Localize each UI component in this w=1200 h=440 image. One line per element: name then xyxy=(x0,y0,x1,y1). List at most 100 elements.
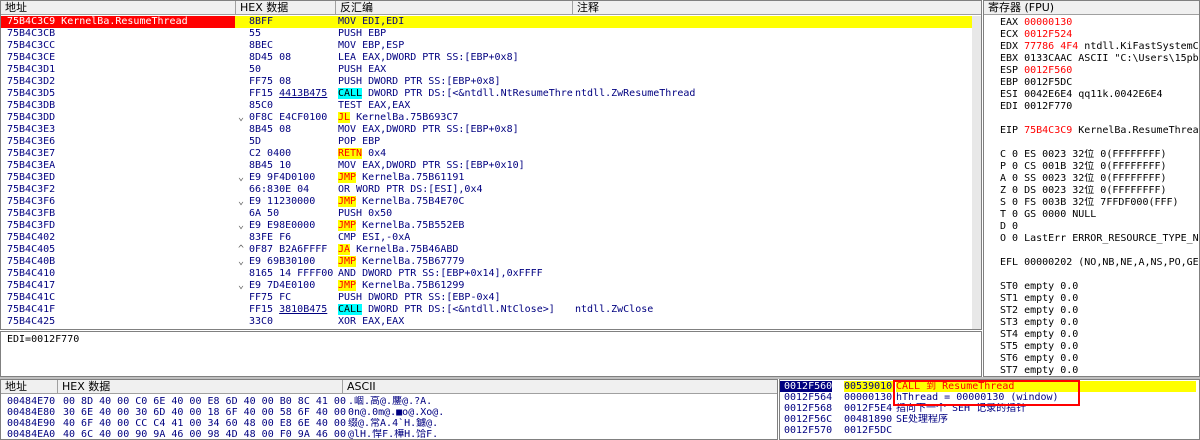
register-line[interactable]: D 0 xyxy=(1000,221,1199,233)
register-line[interactable]: C 0 ES 0023 32位 0(FFFFFFFF) xyxy=(1000,149,1199,161)
register-line[interactable]: P 0 CS 001B 32位 0(FFFFFFFF) xyxy=(1000,161,1199,173)
register-line[interactable] xyxy=(1000,137,1199,149)
disasm-row[interactable]: 75B4C3E6 5D POP EBP xyxy=(1,136,981,148)
instruction-operands: MOV EAX,DWORD PTR SS:[EBP+0x10] xyxy=(338,160,525,171)
register-detail: ES 0023 32位 0(FFFFFFFF) xyxy=(1018,149,1167,160)
disasm-row[interactable]: 75B4C40B ⌄ E9 69B30100 JMP KernelBa.75B6777… xyxy=(1,256,981,268)
register-line[interactable]: ST1 empty 0.0 xyxy=(1000,293,1199,305)
register-line[interactable]: ST7 empty 0.0 xyxy=(1000,365,1199,376)
register-line[interactable]: ECX 0012F524 xyxy=(1000,29,1199,41)
register-line[interactable]: EDI 0012F770 xyxy=(1000,101,1199,113)
register-name: ST6 xyxy=(1000,353,1019,364)
disasm-row[interactable]: 75B4C3F6 ⌄ E9 11230000 JMP KernelBa.75B4E70… xyxy=(1,196,981,208)
register-line[interactable]: T 0 GS 0000 NULL xyxy=(1000,209,1199,221)
col-header-comment[interactable]: 注释 xyxy=(573,1,981,15)
register-name: ST7 xyxy=(1000,365,1019,376)
registers-header[interactable]: 寄存器 (FPU) xyxy=(984,1,1199,15)
register-line[interactable]: A 0 SS 0023 32位 0(FFFFFFFF) xyxy=(1000,173,1199,185)
disasm-row[interactable]: 75B4C405 ^ 0F87 B2A6FFFF JA KernelBa.75B46A… xyxy=(1,244,981,256)
register-name: C 0 xyxy=(1000,149,1019,160)
register-name: ESP xyxy=(1000,65,1019,76)
instruction-mnemonic: JMP xyxy=(338,220,357,231)
disasm-row[interactable]: 75B4C41C FF75 FC PUSH DWORD PTR SS:[EBP-0x… xyxy=(1,292,981,304)
register-value[interactable]: 0133CAAC xyxy=(1024,53,1072,64)
register-line[interactable]: Z 0 DS 0023 32位 0(FFFFFFFF) xyxy=(1000,185,1199,197)
hex-bytes: 0F8C E4CF0100 xyxy=(249,112,328,123)
register-value[interactable]: 77786 4F4 xyxy=(1024,41,1078,52)
disasm-row[interactable]: 75B4C417 ⌄ E9 7D4E0100 JMP KernelBa.75B6129… xyxy=(1,280,981,292)
register-line[interactable]: ST3 empty 0.0 xyxy=(1000,317,1199,329)
register-value[interactable]: 0012F524 xyxy=(1024,29,1072,40)
instruction-mnemonic: JMP xyxy=(338,196,357,207)
disassembly-pane[interactable]: 地址 HEX 数据 反汇编 注释 75B4C3C9 KernelBa.Resum… xyxy=(0,0,982,330)
register-line[interactable] xyxy=(1000,113,1199,125)
disasm-row[interactable]: 75B4C3D1 50 PUSH EAX xyxy=(1,64,981,76)
register-name: ST0 xyxy=(1000,281,1019,292)
disasm-row[interactable]: 75B4C3CB 55 PUSH EBP xyxy=(1,28,981,40)
dump-col-header-hex[interactable]: HEX 数据 xyxy=(58,380,343,394)
register-value[interactable]: 0012F770 xyxy=(1024,101,1072,112)
disasm-address: 75B4C3EA xyxy=(7,160,56,171)
disasm-row[interactable]: 75B4C3F2 66:830E 04 OR WORD PTR DS:[ESI],0… xyxy=(1,184,981,196)
disasm-row[interactable]: 75B4C3FB 6A 50 PUSH 0x50 xyxy=(1,208,981,220)
register-line[interactable]: EIP 75B4C3C9 KernelBa.ResumeThread xyxy=(1000,125,1199,137)
hex-bytes: 8B45 10 xyxy=(249,160,292,171)
disasm-row[interactable]: 75B4C3D5 FF15 4413B475 CALL DWORD PTR DS:[… xyxy=(1,88,981,100)
register-line[interactable]: ST6 empty 0.0 xyxy=(1000,353,1199,365)
register-line[interactable]: S 0 FS 003B 32位 7FFDF000(FFF) xyxy=(1000,197,1199,209)
disasm-row[interactable]: 75B4C3DD ⌄ 0F8C E4CF0100 JL KernelBa.75B693… xyxy=(1,112,981,124)
dump-row[interactable]: 00484E70 00 8D 40 00 C0 6E 40 00 E8 6D 40… xyxy=(1,396,777,407)
register-value[interactable]: 75B4C3C9 xyxy=(1024,125,1072,136)
dump-row[interactable]: 00484E90 40 6F 40 00 CC C4 41 00 34 60 48… xyxy=(1,418,777,429)
register-line[interactable]: EAX 00000130 xyxy=(1000,17,1199,29)
dump-col-header-ascii[interactable]: ASCII xyxy=(343,380,777,394)
dump-pane[interactable]: 地址 HEX 数据 ASCII 00484E70 00 8D 40 00 C0 6… xyxy=(0,379,778,440)
registers-pane[interactable]: 寄存器 (FPU) EAX 00000130 ECX 0012F524 EDX 77… xyxy=(983,0,1200,377)
disasm-row[interactable]: 75B4C41F FF15 3810B475 CALL DWORD PTR DS:[… xyxy=(1,304,981,316)
dump-row[interactable]: 00484E80 30 6E 40 00 30 6D 40 00 18 6F 40… xyxy=(1,407,777,418)
register-line[interactable]: EFL 00000202 (NO,NB,NE,A,NS,PO,GE, xyxy=(1000,257,1199,269)
disasm-row[interactable]: 75B4C3ED ⌄ E9 9F4D0100 JMP KernelBa.75B6119… xyxy=(1,172,981,184)
col-header-address[interactable]: 地址 xyxy=(1,1,236,15)
col-header-hex[interactable]: HEX 数据 xyxy=(236,1,336,15)
dump-col-header-address[interactable]: 地址 xyxy=(1,380,58,394)
disasm-row[interactable]: 75B4C425 33C0 XOR EAX,EAX xyxy=(1,316,981,328)
register-line[interactable]: ESP 0012F560 xyxy=(1000,65,1199,77)
dump-row[interactable]: 00484EA0 40 6C 40 00 90 9A 46 00 98 4D 48… xyxy=(1,429,777,439)
register-name: P 0 xyxy=(1000,161,1019,172)
disasm-row[interactable]: 75B4C402 83FE F6 CMP ESI,-0xA xyxy=(1,232,981,244)
register-line[interactable]: EBX 0133CAAC ASCII "C:\Users\15pb- xyxy=(1000,53,1199,65)
register-name: Z 0 xyxy=(1000,185,1019,196)
disasm-row[interactable]: 75B4C3D2 FF75 08 PUSH DWORD PTR SS:[EBP+0x… xyxy=(1,76,981,88)
register-line[interactable]: EDX 77786 4F4 ntdll.KiFastSystemCal xyxy=(1000,41,1199,53)
disasm-row[interactable]: 75B4C3DB 85C0 TEST EAX,EAX xyxy=(1,100,981,112)
register-line[interactable]: O 0 LastErr ERROR_RESOURCE_TYPE_N xyxy=(1000,233,1199,245)
register-line[interactable]: ESI 0042E6E4 qq11k.0042E6E4 xyxy=(1000,89,1199,101)
register-value[interactable]: 0012F560 xyxy=(1024,65,1072,76)
register-line[interactable] xyxy=(1000,245,1199,257)
register-value[interactable]: 0012F5DC xyxy=(1024,77,1072,88)
register-line[interactable]: ST5 empty 0.0 xyxy=(1000,341,1199,353)
disasm-row[interactable]: 75B4C410 8165 14 FFFF00 AND DWORD PTR SS:[… xyxy=(1,268,981,280)
disasm-row[interactable]: 75B4C3E3 8B45 08 MOV EAX,DWORD PTR SS:[EBP… xyxy=(1,124,981,136)
disasm-row[interactable]: 75B4C3CC 8BEC MOV EBP,ESP xyxy=(1,40,981,52)
instruction-operands: DWORD PTR DS:[<&ntdll.NtResumeThre xyxy=(362,88,573,99)
disasm-row[interactable]: 75B4C3EA 8B45 10 MOV EAX,DWORD PTR SS:[EBP… xyxy=(1,160,981,172)
hex-bytes: C2 0400 xyxy=(249,148,292,159)
register-value[interactable]: 00000130 xyxy=(1024,17,1072,28)
disasm-row[interactable]: 75B4C3CE 8D45 08 LEA EAX,DWORD PTR SS:[EBP… xyxy=(1,52,981,64)
register-line[interactable] xyxy=(1000,269,1199,281)
stack-row[interactable]: 0012F570 0012F5DC xyxy=(780,425,1199,436)
instruction-operands: MOV EBP,ESP xyxy=(338,40,405,51)
stack-row[interactable]: 0012F56C 00481890 SE处理程序 xyxy=(780,414,1199,425)
disasm-row[interactable]: 75B4C3E7 C2 0400 RETN 0x4 xyxy=(1,148,981,160)
register-value[interactable]: 0042E6E4 xyxy=(1024,89,1072,100)
disasm-scrollbar[interactable] xyxy=(972,16,981,329)
disasm-row[interactable]: 75B4C3C9 KernelBa.ResumeThread 8BFF MOV ED… xyxy=(1,16,981,28)
register-line[interactable]: ST2 empty 0.0 xyxy=(1000,305,1199,317)
col-header-disasm[interactable]: 反汇编 xyxy=(336,1,573,15)
register-line[interactable]: EBP 0012F5DC xyxy=(1000,77,1199,89)
register-line[interactable]: ST4 empty 0.0 xyxy=(1000,329,1199,341)
disasm-row[interactable]: 75B4C3FD ⌄ E9 E98E0000 JMP KernelBa.75B552E… xyxy=(1,220,981,232)
register-line[interactable]: ST0 empty 0.0 xyxy=(1000,281,1199,293)
